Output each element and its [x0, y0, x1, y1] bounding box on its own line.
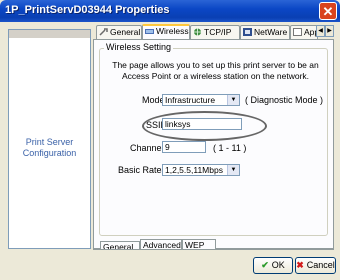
netware-icon [243, 27, 252, 36]
tab-scroll-right-button[interactable]: ▶ [325, 25, 334, 37]
basic-rates-select[interactable]: 1,2,5.5,11Mbps ▼ [162, 164, 240, 176]
chevron-down-icon: ▼ [227, 165, 239, 175]
sidebar-item-print-server-configuration[interactable]: Print Server Configuration [9, 137, 90, 159]
description-text: The page allows you to set up this print… [112, 60, 319, 81]
sidebar-header [9, 30, 90, 38]
tab-apple[interactable]: Apple [290, 25, 318, 39]
chevron-down-icon: ▼ [227, 95, 239, 105]
group-title: Wireless Setting [104, 42, 174, 52]
tab-strip: General Wireless TCP/IP NetWare Apple [96, 24, 332, 39]
x-icon: ✖ [296, 260, 304, 270]
chevron-left-icon: ◀ [318, 28, 323, 34]
subtab-wep[interactable]: WEP [182, 239, 216, 249]
subtab-general[interactable]: General [100, 241, 140, 249]
basic-rates-label: Basic Rates [118, 165, 167, 175]
tab-general[interactable]: General [96, 25, 142, 39]
tab-tcpip[interactable]: TCP/IP [190, 25, 240, 39]
wrench-icon [99, 27, 108, 36]
network-icon [193, 27, 202, 36]
chevron-right-icon: ▶ [327, 28, 332, 34]
highlight-ellipse [142, 111, 267, 141]
title-bar: 1P_PrintServD03944 Properties ✕ [0, 0, 340, 22]
ok-button[interactable]: ✔ OK [253, 257, 293, 274]
tab-scroll-left-button[interactable]: ◀ [316, 25, 325, 37]
close-icon: ✕ [322, 4, 334, 19]
close-button[interactable]: ✕ [319, 2, 337, 20]
channel-range-label: ( 1 - 11 ) [213, 143, 247, 153]
diagnostic-mode-label: ( Diagnostic Mode ) [245, 95, 324, 105]
window-title: 1P_PrintServD03944 Properties [5, 4, 170, 16]
mode-select[interactable]: Infrastructure ▼ [162, 94, 240, 106]
channel-input[interactable]: 9 [162, 141, 206, 153]
subtab-advanced[interactable]: Advanced [140, 239, 182, 249]
page-bottom-border [93, 249, 334, 250]
tab-scroll: ◀ ▶ [316, 25, 334, 37]
sidebar: Print Server Configuration [8, 29, 91, 249]
wireless-icon [145, 27, 154, 35]
apple-icon [293, 27, 302, 36]
check-icon: ✔ [261, 260, 269, 270]
channel-label: Channel [130, 143, 164, 153]
tab-netware[interactable]: NetWare [240, 25, 290, 39]
cancel-button[interactable]: ✖ Cancel [295, 257, 336, 274]
tab-wireless[interactable]: Wireless [142, 24, 190, 39]
